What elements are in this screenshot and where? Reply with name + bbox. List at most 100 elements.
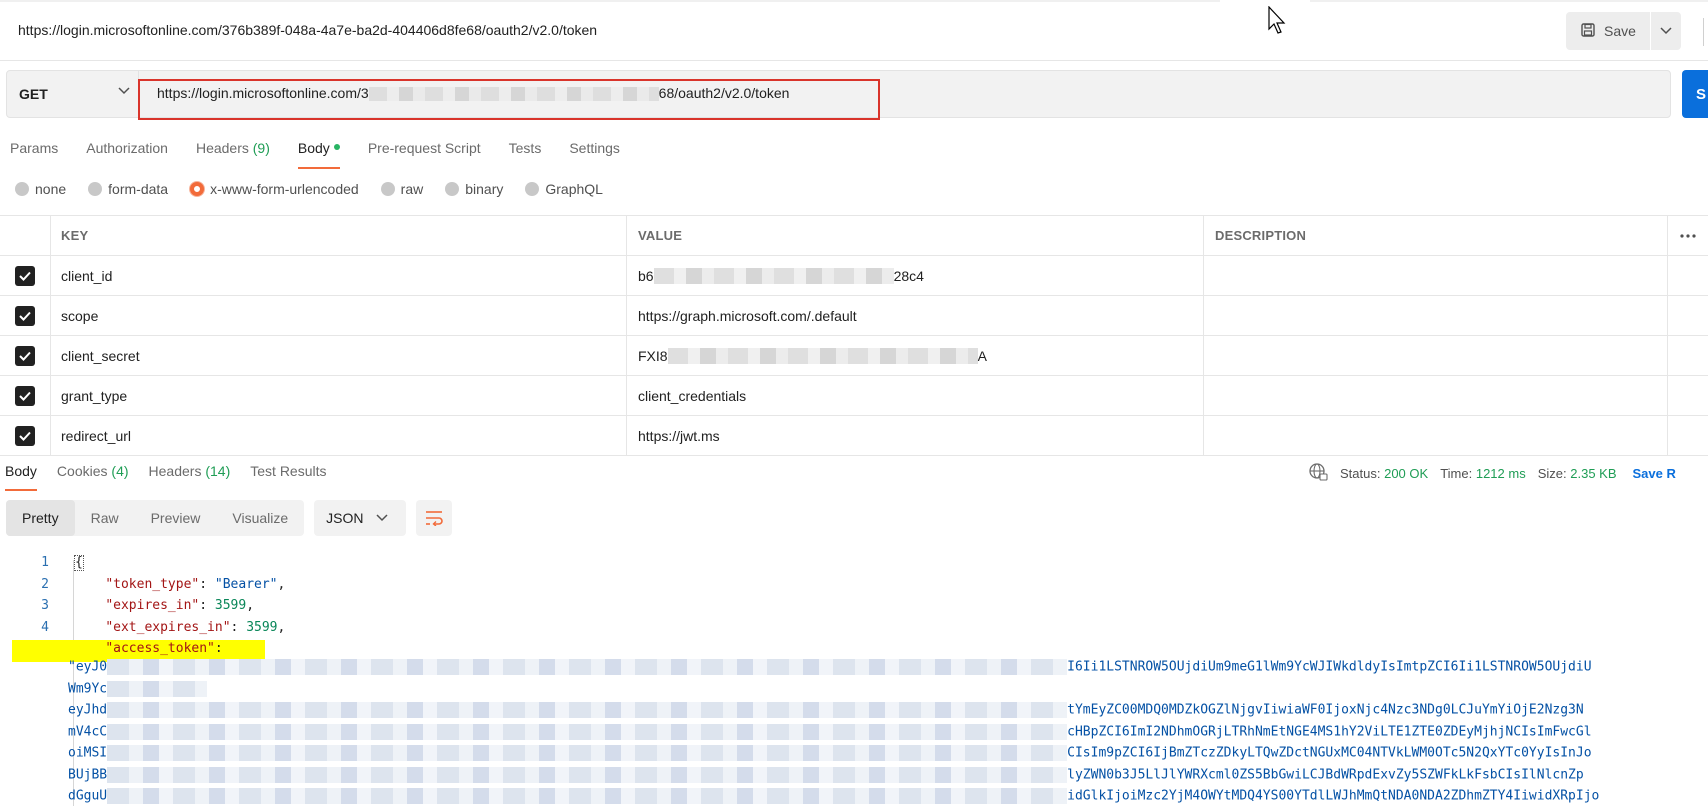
param-key[interactable]: redirect_url	[50, 416, 626, 455]
table-row: grant_type client_credentials	[0, 376, 1708, 416]
tab-tests[interactable]: Tests	[509, 140, 542, 167]
more-options-icon[interactable]	[1667, 216, 1708, 255]
format-label: JSON	[326, 510, 364, 526]
param-value[interactable]: client_credentials	[626, 376, 1203, 415]
tab-body[interactable]: Body	[297, 140, 340, 169]
row-checkbox[interactable]	[15, 305, 35, 326]
param-value[interactable]: https://jwt.ms	[626, 416, 1203, 455]
save-button-group: Save	[1566, 12, 1681, 50]
radio-graphql[interactable]: GraphQL	[525, 181, 603, 197]
save-response-link[interactable]: Save R	[1633, 466, 1676, 481]
token-start: eyJhd	[68, 702, 108, 718]
tab-pre-request-script[interactable]: Pre-request Script	[368, 140, 481, 167]
redacted-region	[667, 347, 978, 364]
globe-icon[interactable]	[1308, 462, 1328, 485]
token-end: I6Ii1LSTNROW5OUjdiUm9meG1lWm9YcWJIWkdldy…	[1067, 659, 1592, 675]
format-select[interactable]: JSON	[314, 500, 407, 536]
redacted-region	[107, 723, 1068, 740]
tab-label: Params	[10, 140, 59, 156]
checkmark-icon	[19, 271, 31, 281]
value-prefix: https://graph.microsoft.com/.default	[638, 307, 857, 324]
row-checkbox[interactable]	[15, 265, 35, 286]
save-button[interactable]: Save	[1566, 12, 1650, 50]
param-key[interactable]: client_secret	[50, 336, 626, 375]
body-type-radios: none form-data x-www-form-urlencoded raw…	[15, 181, 625, 197]
code-line: {	[74, 552, 285, 574]
json-lines: { "token_type": "Bearer", "expires_in": …	[74, 552, 285, 660]
radio-binary[interactable]: binary	[445, 181, 503, 197]
view-preview-button[interactable]: Preview	[135, 500, 217, 536]
token-line: Wm9Yc	[68, 680, 208, 697]
param-value[interactable]: b6 28c4	[626, 256, 1203, 295]
param-description[interactable]	[1203, 376, 1667, 415]
tab-test-results[interactable]: Test Results	[250, 463, 326, 489]
radio-circle	[88, 182, 103, 196]
column-header-value: VALUE	[626, 216, 1203, 255]
tab-cookies[interactable]: Cookies (4)	[57, 463, 129, 489]
tab-settings[interactable]: Settings	[569, 140, 620, 167]
save-options-button[interactable]	[1651, 12, 1681, 50]
param-description[interactable]	[1203, 256, 1667, 295]
param-description[interactable]	[1203, 336, 1667, 375]
json-key: "ext_expires_in"	[105, 619, 231, 635]
table-row: redirect_url https://jwt.ms	[0, 416, 1708, 456]
token-line: mV4cC cHBpZCI6ImI2NDhmOGRjLTRhNmEtNGE4MS1…	[68, 723, 1592, 740]
tab-strip-edge	[0, 0, 1708, 2]
time-readout: Time: 1212 ms	[1440, 466, 1526, 481]
row-checkbox[interactable]	[15, 385, 35, 406]
radio-raw[interactable]: raw	[380, 181, 423, 197]
redacted-region	[107, 702, 1068, 718]
param-value[interactable]: FXI8 A	[626, 336, 1203, 375]
tab-label: Body	[297, 140, 330, 156]
radio-x-www-form-urlencoded[interactable]: x-www-form-urlencoded	[190, 181, 359, 197]
token-end: cHBpZCI6ImI2NDhmOGRjLTRhNmEtNGE4MS1hY2Vi…	[1067, 724, 1592, 739]
param-description[interactable]	[1203, 416, 1667, 455]
token-end: idGlkIjoiMzc2YjM4OWYtMDQ4YS00YTdlLWJhMmQ…	[1067, 788, 1600, 804]
response-headers-count: (14)	[205, 463, 231, 479]
size-readout: Size: 2.35 KB	[1538, 466, 1617, 481]
radio-none[interactable]: none	[15, 181, 66, 197]
tab-authorization[interactable]: Authorization	[86, 140, 168, 167]
view-pretty-button[interactable]: Pretty	[6, 500, 75, 536]
param-key[interactable]: grant_type	[50, 376, 626, 415]
method-select[interactable]: GET	[7, 71, 139, 117]
response-view-bar: Pretty Raw Preview Visualize JSON	[6, 500, 453, 536]
param-value[interactable]: https://graph.microsoft.com/.default	[626, 296, 1203, 335]
cookies-count: (4)	[111, 463, 129, 479]
save-label: Save	[1604, 23, 1636, 39]
tab-label: Pre-request Script	[367, 140, 481, 156]
param-key[interactable]: client_id	[50, 256, 626, 295]
tab-label: Authorization	[86, 140, 168, 156]
table-row: scope https://graph.microsoft.com/.defau…	[0, 296, 1708, 336]
wrap-lines-button[interactable]	[416, 500, 453, 536]
value-prefix: client_credentials	[638, 387, 747, 404]
tab-headers[interactable]: Headers (9)	[196, 140, 270, 167]
chevron-down-icon	[118, 87, 130, 95]
body-indicator-dot	[333, 144, 340, 150]
code-line: "token_type": "Bearer",	[105, 576, 286, 592]
redacted-region	[107, 659, 1068, 675]
tab-params[interactable]: Params	[10, 140, 58, 167]
view-visualize-button[interactable]: Visualize	[216, 500, 304, 536]
status-label: Status:	[1340, 466, 1381, 481]
response-code-view[interactable]: 1 2 3 4 5 { "token_type": "Bearer", "exp…	[0, 552, 1708, 806]
tab-response-body[interactable]: Body	[5, 463, 37, 491]
value-prefix: https://jwt.ms	[638, 427, 720, 444]
value-suffix: A	[977, 347, 987, 364]
param-description[interactable]	[1203, 296, 1667, 335]
toolbar-divider	[1703, 18, 1704, 46]
view-raw-button[interactable]: Raw	[75, 500, 135, 536]
request-title[interactable]: https://login.microsoftonline.com/376b38…	[18, 22, 597, 38]
table-row: client_secret FXI8 A	[0, 336, 1708, 376]
token-end: CIsIm9pZCI6IjBmZTczZDkyLTQwZDctNGUxMC04N…	[1067, 745, 1592, 761]
tab-response-headers[interactable]: Headers (14)	[149, 463, 231, 489]
send-button[interactable]: S	[1682, 70, 1708, 118]
column-header-key: KEY	[50, 216, 626, 255]
token-start: dGguU	[68, 788, 108, 804]
row-checkbox[interactable]	[15, 345, 35, 366]
value-suffix: 28c4	[893, 267, 924, 284]
radio-form-data[interactable]: form-data	[88, 181, 168, 197]
row-checkbox[interactable]	[15, 425, 35, 446]
send-label: S	[1696, 85, 1707, 103]
param-key[interactable]: scope	[50, 296, 626, 335]
